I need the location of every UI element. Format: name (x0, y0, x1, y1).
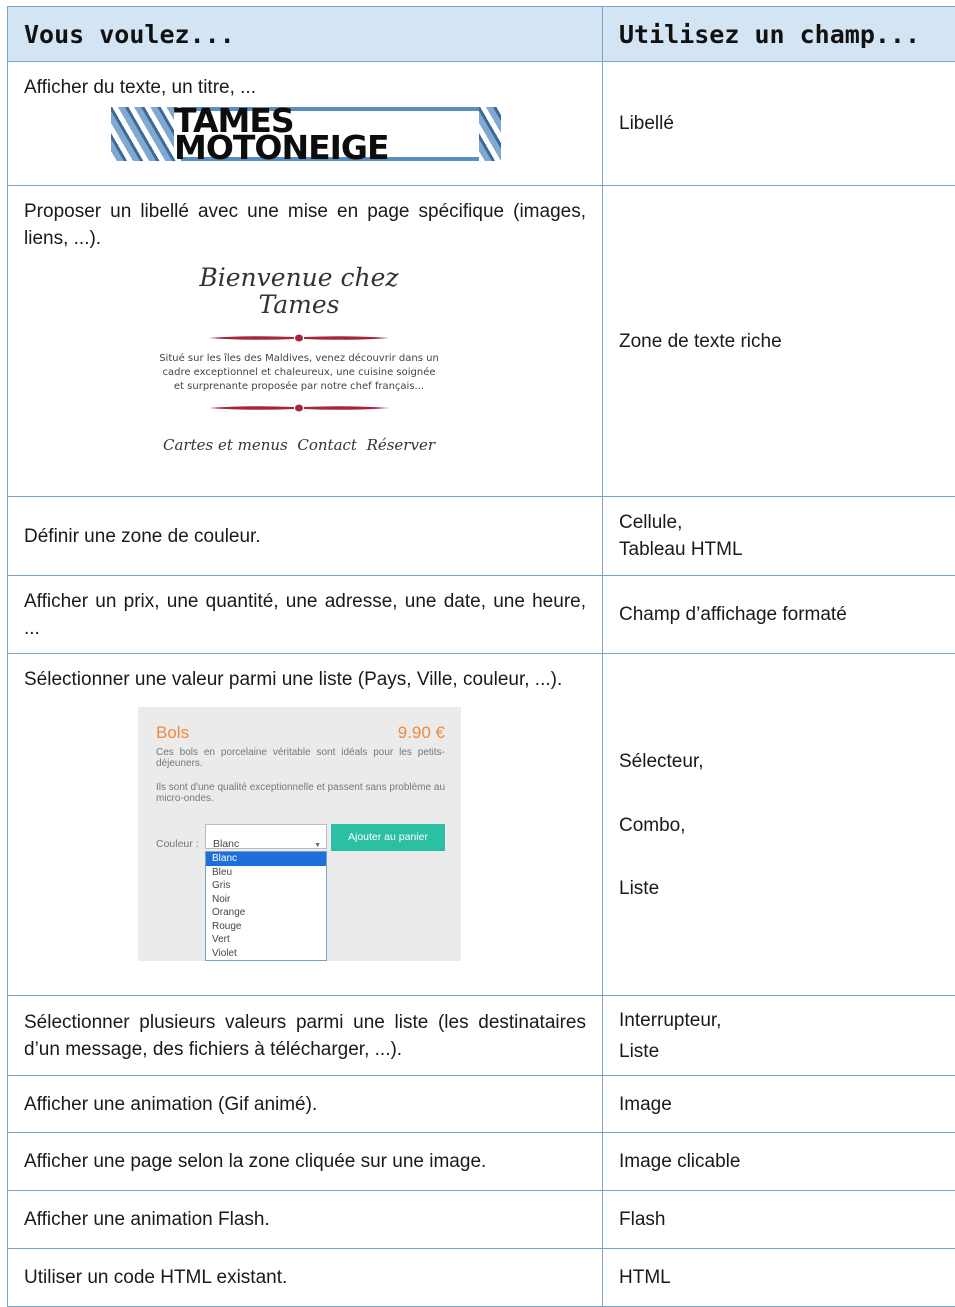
table-row: Proposer un libellé avec une mise en pag… (8, 186, 955, 497)
product-card: Bols 9.90 € Ces bols en porcelaine vérit… (138, 707, 461, 961)
table-row: Afficher un prix, une quantité, une adre… (8, 576, 955, 654)
want-text: Afficher du texte, un titre, ... (24, 74, 586, 101)
color-label: Couleur : (156, 831, 199, 858)
rich-text-sample: Bienvenue chez Tames Situé sur les îles … (159, 264, 439, 459)
color-select-value: Blanc (213, 838, 239, 850)
rich-links: Cartes et menus Contact Réserver (159, 432, 439, 459)
use-cell: Image (603, 1076, 955, 1133)
want-cell: Définir une zone de couleur. (8, 497, 603, 576)
table-row: Afficher une animation Flash. Flash (8, 1191, 955, 1249)
use-line: Liste (619, 875, 939, 902)
color-option[interactable]: Vert (206, 933, 326, 947)
want-text: Proposer un libellé avec une mise en pag… (24, 198, 586, 252)
add-to-cart-button[interactable]: Ajouter au panier (331, 824, 445, 851)
want-cell: Afficher une animation Flash. (8, 1191, 603, 1249)
divider-ornament (209, 404, 389, 412)
link-cartes[interactable]: Cartes et menus (163, 432, 288, 459)
use-cell: Libellé (603, 62, 955, 186)
color-option[interactable]: Bleu (206, 866, 326, 880)
color-select[interactable]: Blanc ▼ (205, 824, 327, 849)
want-cell: Proposer un libellé avec une mise en pag… (8, 186, 603, 497)
link-contact[interactable]: Contact (297, 432, 357, 459)
table-row: Afficher du texte, un titre, ... TAMES M… (8, 62, 955, 186)
use-line: Liste (619, 1038, 939, 1065)
header-col-want: Vous voulez... (8, 7, 603, 62)
snow-branch-right (479, 107, 501, 161)
snow-branch-left (111, 107, 181, 161)
color-dropdown-list: Blanc Bleu Gris Noir Orange Rouge Vert V… (205, 851, 327, 961)
product-description: Ils sont d'une qualité exceptionnelle et… (156, 782, 445, 804)
want-cell: Afficher une animation (Gif animé). (8, 1076, 603, 1133)
want-cell: Sélectionner plusieurs valeurs parmi une… (8, 996, 603, 1076)
use-cell: Champ d’affichage formaté (603, 576, 955, 654)
color-option[interactable]: Noir (206, 893, 326, 907)
rich-title: Bienvenue chez Tames (159, 264, 439, 318)
table-row: Sélectionner une valeur parmi une liste … (8, 654, 955, 996)
header-col-use: Utilisez un champ... (603, 7, 955, 62)
use-line: Sélecteur, (619, 748, 939, 775)
use-cell: Sélecteur, Combo, Liste (603, 654, 955, 996)
want-cell: Afficher du texte, un titre, ... TAMES M… (8, 62, 603, 186)
want-cell: Utiliser un code HTML existant. (8, 1249, 603, 1307)
table-header: Vous voulez... Utilisez un champ... (8, 7, 955, 62)
banner-plate: TAMES MOTONEIGE (174, 111, 479, 157)
table-row: Définir une zone de couleur. Cellule, Ta… (8, 497, 955, 576)
use-cell: Image clicable (603, 1133, 955, 1191)
table-row: Afficher une animation (Gif animé). Imag… (8, 1076, 955, 1133)
use-line: Tableau HTML (619, 536, 939, 563)
product-name: Bols (156, 719, 189, 746)
want-text: Sélectionner une valeur parmi une liste … (24, 666, 586, 693)
link-reserver[interactable]: Réserver (367, 432, 435, 459)
want-cell: Afficher un prix, une quantité, une adre… (8, 576, 603, 654)
color-option[interactable]: Orange (206, 906, 326, 920)
fields-table: Vous voulez... Utilisez un champ... Affi… (7, 6, 955, 1307)
use-cell: Flash (603, 1191, 955, 1249)
want-cell: Sélectionner une valeur parmi une liste … (8, 654, 603, 996)
color-option[interactable]: Blanc (206, 852, 326, 866)
want-cell: Afficher une page selon la zone cliquée … (8, 1133, 603, 1191)
rich-paragraph: Situé sur les îles des Maldives, venez d… (159, 352, 439, 394)
color-option[interactable]: Rouge (206, 920, 326, 934)
use-cell: Zone de texte riche (603, 186, 955, 497)
product-description: Ces bols en porcelaine véritable sont id… (156, 747, 445, 769)
use-cell: HTML (603, 1249, 955, 1307)
color-option[interactable]: Gris (206, 879, 326, 893)
table-row: Sélectionner plusieurs valeurs parmi une… (8, 996, 955, 1076)
use-line: Cellule, (619, 509, 939, 536)
use-line: Combo, (619, 812, 939, 839)
table-row: Afficher une page selon la zone cliquée … (8, 1133, 955, 1191)
table-row: Utiliser un code HTML existant. HTML (8, 1249, 955, 1307)
color-option[interactable]: Violet (206, 947, 326, 961)
banner-image: TAMES MOTONEIGE (111, 107, 501, 161)
divider-ornament (209, 334, 389, 342)
use-line: Interrupteur, (619, 1007, 939, 1034)
use-cell: Interrupteur, Liste (603, 996, 955, 1076)
banner-title: TAMES MOTONEIGE (174, 107, 479, 161)
use-cell: Cellule, Tableau HTML (603, 497, 955, 576)
product-price: 9.90 € (398, 719, 445, 746)
